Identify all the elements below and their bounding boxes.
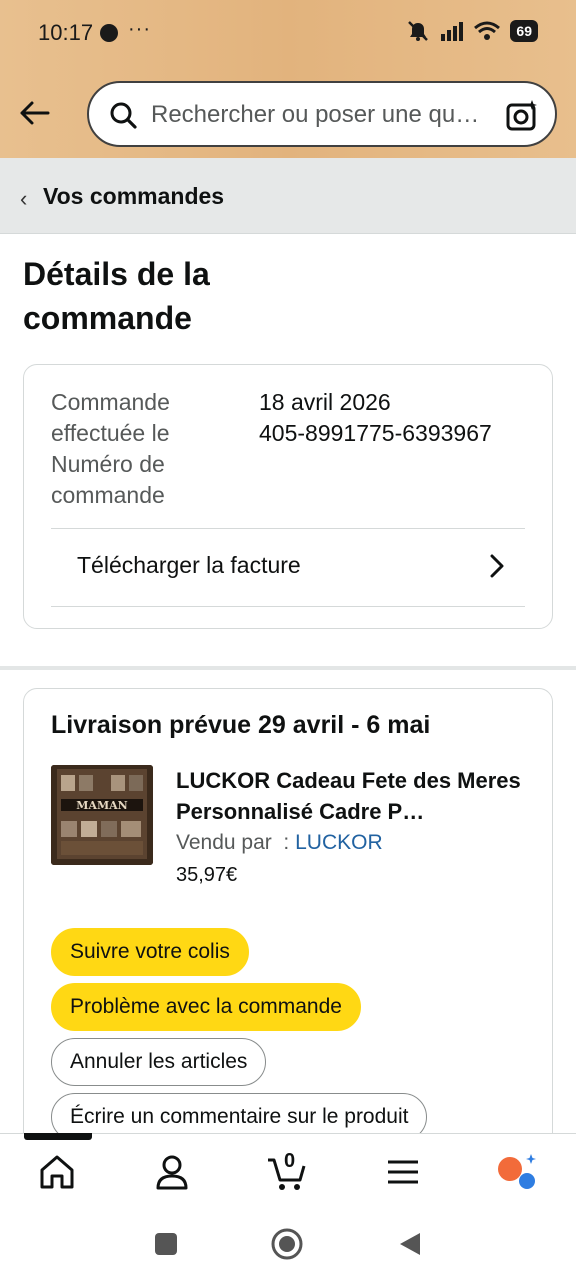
battery-icon: 69: [510, 20, 538, 42]
product-thumbnail-icon: MAMAN: [51, 765, 153, 865]
cart-button[interactable]: 0: [266, 1150, 306, 1192]
back-system-icon[interactable]: [398, 1231, 422, 1257]
order-problem-button[interactable]: Problème avec la commande: [51, 983, 361, 1031]
camera-search-icon[interactable]: [505, 98, 539, 132]
home-system-icon[interactable]: [271, 1228, 303, 1260]
svg-text:MAMAN: MAMAN: [76, 799, 127, 812]
search-input[interactable]: Rechercher ou poser une qu…: [151, 101, 479, 129]
home-icon[interactable]: [37, 1152, 77, 1192]
download-invoice-row[interactable]: Télécharger la facture: [51, 528, 525, 606]
product-title-link[interactable]: LUCKOR Cadeau Fete des Meres Personnalis…: [176, 765, 526, 827]
product-price: 35,97€: [176, 864, 238, 886]
mute-icon: [408, 21, 429, 41]
order-labels: Commande effectuée le Numéro de commande: [51, 387, 231, 511]
search-icon: [110, 102, 137, 129]
signal-icon: [441, 22, 464, 41]
cart-count: 0: [284, 1150, 296, 1172]
order-date-value: 18 avril 2026: [259, 389, 391, 415]
shipment-card: Livraison prévue 29 avril - 6 mai MAMAN …: [23, 688, 553, 1158]
app-header: 10:17 ··· 69 Rechercher ou poser une qu…: [0, 0, 576, 158]
order-info-card: Commande effectuée le Numéro de commande…: [23, 364, 553, 629]
delivery-estimate: Livraison prévue 29 avril - 6 mai: [51, 711, 431, 739]
section-separator: [0, 666, 576, 670]
breadcrumb[interactable]: ‹ Vos commandes: [0, 158, 576, 234]
wifi-icon: [474, 21, 501, 40]
status-bar: 10:17 ··· 69: [0, 0, 576, 66]
order-number-value: 405-8991775-6393967: [259, 420, 492, 446]
search-bar[interactable]: Rechercher ou poser une qu…: [87, 81, 557, 147]
status-time: 10:17: [38, 20, 94, 45]
chevron-left-icon: ‹: [20, 186, 28, 211]
sold-by: Vendu par : LUCKOR: [176, 831, 383, 855]
back-arrow-icon[interactable]: [16, 95, 52, 131]
rufus-assistant-icon[interactable]: [497, 1152, 537, 1192]
cancel-items-button[interactable]: Annuler les articles: [51, 1038, 267, 1086]
account-icon[interactable]: [152, 1152, 192, 1192]
track-package-button[interactable]: Suivre votre colis: [51, 928, 249, 976]
more-notifications-icon: ···: [128, 18, 151, 40]
seller-link[interactable]: LUCKOR: [295, 831, 383, 854]
order-number-label: Numéro de commande: [51, 451, 165, 508]
divider: [51, 606, 525, 607]
system-navigation-bar: [0, 1213, 576, 1280]
order-date-label: Commande effectuée le: [51, 389, 170, 446]
system-icons: 69: [406, 20, 538, 42]
sold-by-label: Vendu par :: [176, 831, 296, 854]
bottom-navigation: 0: [0, 1133, 576, 1213]
order-values: 18 avril 2026 405-8991775-6393967: [259, 387, 492, 449]
messenger-icon: [100, 24, 118, 42]
product-image[interactable]: MAMAN: [51, 765, 153, 865]
active-tab-indicator: [24, 1133, 92, 1140]
chevron-right-icon: [490, 554, 504, 578]
page-title: Détails de la commande: [23, 256, 210, 336]
download-invoice-label: Télécharger la facture: [77, 552, 301, 578]
breadcrumb-your-orders[interactable]: Vos commandes: [43, 183, 224, 210]
menu-icon[interactable]: [383, 1152, 423, 1192]
recent-apps-icon[interactable]: [154, 1232, 178, 1256]
